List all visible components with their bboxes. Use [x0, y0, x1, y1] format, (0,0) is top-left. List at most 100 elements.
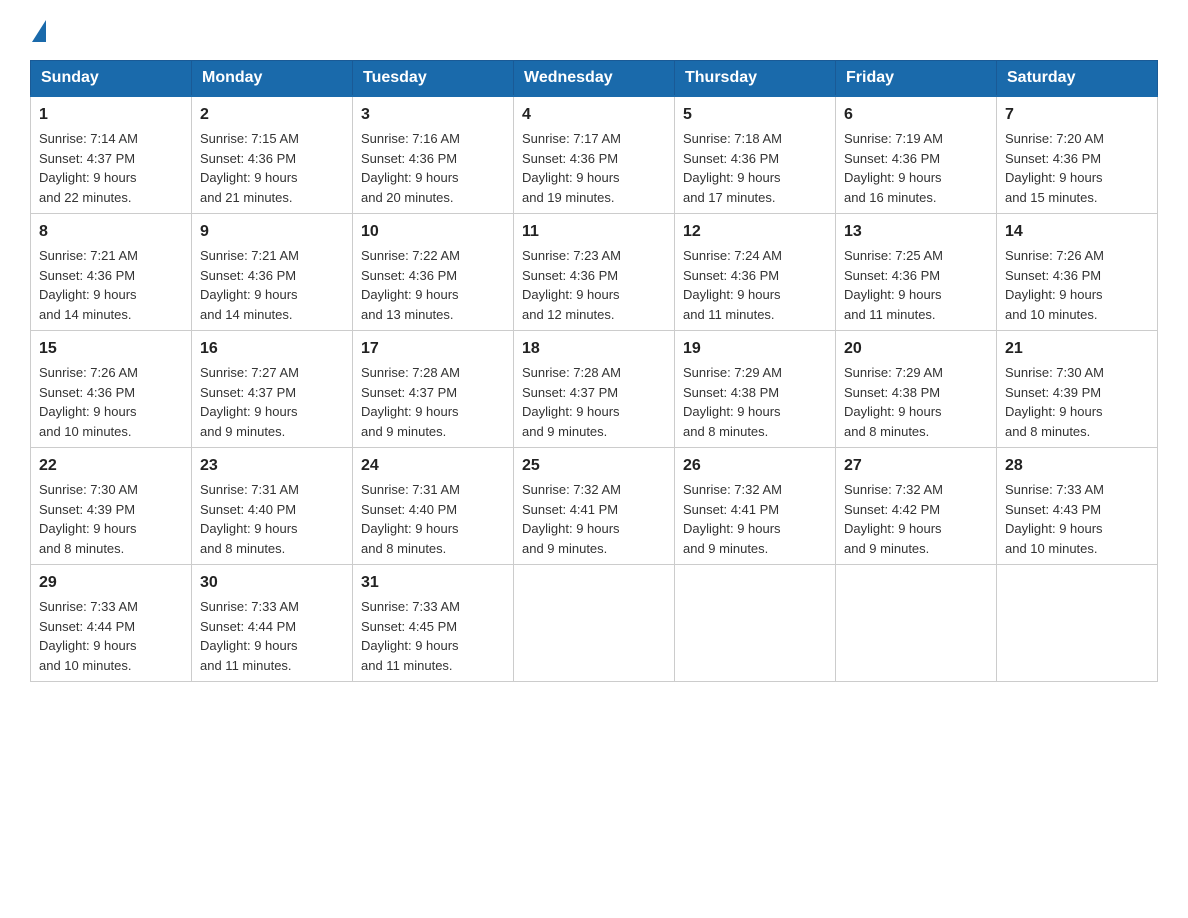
day-number: 1 [39, 103, 183, 127]
calendar-cell: 9 Sunrise: 7:21 AMSunset: 4:36 PMDayligh… [192, 214, 353, 331]
calendar-cell: 25 Sunrise: 7:32 AMSunset: 4:41 PMDaylig… [514, 448, 675, 565]
day-info: Sunrise: 7:25 AMSunset: 4:36 PMDaylight:… [844, 248, 943, 322]
day-number: 16 [200, 337, 344, 361]
calendar-cell: 11 Sunrise: 7:23 AMSunset: 4:36 PMDaylig… [514, 214, 675, 331]
day-info: Sunrise: 7:33 AMSunset: 4:44 PMDaylight:… [200, 599, 299, 673]
weekday-header-monday: Monday [192, 61, 353, 97]
calendar-week-row: 8 Sunrise: 7:21 AMSunset: 4:36 PMDayligh… [31, 214, 1158, 331]
day-info: Sunrise: 7:32 AMSunset: 4:41 PMDaylight:… [522, 482, 621, 556]
day-number: 31 [361, 571, 505, 595]
calendar-cell [675, 565, 836, 682]
day-info: Sunrise: 7:19 AMSunset: 4:36 PMDaylight:… [844, 131, 943, 205]
day-number: 21 [1005, 337, 1149, 361]
day-number: 4 [522, 103, 666, 127]
day-number: 13 [844, 220, 988, 244]
day-info: Sunrise: 7:33 AMSunset: 4:45 PMDaylight:… [361, 599, 460, 673]
calendar-cell: 19 Sunrise: 7:29 AMSunset: 4:38 PMDaylig… [675, 331, 836, 448]
day-info: Sunrise: 7:30 AMSunset: 4:39 PMDaylight:… [39, 482, 138, 556]
day-info: Sunrise: 7:27 AMSunset: 4:37 PMDaylight:… [200, 365, 299, 439]
day-number: 5 [683, 103, 827, 127]
calendar-week-row: 29 Sunrise: 7:33 AMSunset: 4:44 PMDaylig… [31, 565, 1158, 682]
weekday-header-friday: Friday [836, 61, 997, 97]
day-number: 19 [683, 337, 827, 361]
weekday-header-thursday: Thursday [675, 61, 836, 97]
calendar-cell: 29 Sunrise: 7:33 AMSunset: 4:44 PMDaylig… [31, 565, 192, 682]
day-info: Sunrise: 7:26 AMSunset: 4:36 PMDaylight:… [39, 365, 138, 439]
day-info: Sunrise: 7:28 AMSunset: 4:37 PMDaylight:… [522, 365, 621, 439]
calendar-cell: 27 Sunrise: 7:32 AMSunset: 4:42 PMDaylig… [836, 448, 997, 565]
calendar-cell: 24 Sunrise: 7:31 AMSunset: 4:40 PMDaylig… [353, 448, 514, 565]
day-info: Sunrise: 7:14 AMSunset: 4:37 PMDaylight:… [39, 131, 138, 205]
weekday-header-sunday: Sunday [31, 61, 192, 97]
day-info: Sunrise: 7:33 AMSunset: 4:43 PMDaylight:… [1005, 482, 1104, 556]
day-info: Sunrise: 7:23 AMSunset: 4:36 PMDaylight:… [522, 248, 621, 322]
calendar-cell: 1 Sunrise: 7:14 AMSunset: 4:37 PMDayligh… [31, 96, 192, 214]
calendar-cell: 17 Sunrise: 7:28 AMSunset: 4:37 PMDaylig… [353, 331, 514, 448]
day-number: 15 [39, 337, 183, 361]
day-info: Sunrise: 7:31 AMSunset: 4:40 PMDaylight:… [361, 482, 460, 556]
day-number: 25 [522, 454, 666, 478]
weekday-header-row: SundayMondayTuesdayWednesdayThursdayFrid… [31, 61, 1158, 97]
day-number: 6 [844, 103, 988, 127]
calendar-cell: 14 Sunrise: 7:26 AMSunset: 4:36 PMDaylig… [997, 214, 1158, 331]
day-info: Sunrise: 7:21 AMSunset: 4:36 PMDaylight:… [200, 248, 299, 322]
calendar-cell: 8 Sunrise: 7:21 AMSunset: 4:36 PMDayligh… [31, 214, 192, 331]
day-info: Sunrise: 7:31 AMSunset: 4:40 PMDaylight:… [200, 482, 299, 556]
day-info: Sunrise: 7:22 AMSunset: 4:36 PMDaylight:… [361, 248, 460, 322]
day-number: 24 [361, 454, 505, 478]
day-number: 20 [844, 337, 988, 361]
day-number: 10 [361, 220, 505, 244]
calendar-cell: 23 Sunrise: 7:31 AMSunset: 4:40 PMDaylig… [192, 448, 353, 565]
day-number: 3 [361, 103, 505, 127]
calendar-table: SundayMondayTuesdayWednesdayThursdayFrid… [30, 60, 1158, 682]
day-info: Sunrise: 7:30 AMSunset: 4:39 PMDaylight:… [1005, 365, 1104, 439]
day-number: 8 [39, 220, 183, 244]
calendar-cell: 3 Sunrise: 7:16 AMSunset: 4:36 PMDayligh… [353, 96, 514, 214]
calendar-cell: 12 Sunrise: 7:24 AMSunset: 4:36 PMDaylig… [675, 214, 836, 331]
day-number: 9 [200, 220, 344, 244]
day-number: 22 [39, 454, 183, 478]
day-number: 30 [200, 571, 344, 595]
day-info: Sunrise: 7:32 AMSunset: 4:41 PMDaylight:… [683, 482, 782, 556]
calendar-cell [514, 565, 675, 682]
calendar-cell: 21 Sunrise: 7:30 AMSunset: 4:39 PMDaylig… [997, 331, 1158, 448]
day-info: Sunrise: 7:26 AMSunset: 4:36 PMDaylight:… [1005, 248, 1104, 322]
day-info: Sunrise: 7:29 AMSunset: 4:38 PMDaylight:… [683, 365, 782, 439]
day-number: 11 [522, 220, 666, 244]
calendar-cell: 22 Sunrise: 7:30 AMSunset: 4:39 PMDaylig… [31, 448, 192, 565]
calendar-cell: 6 Sunrise: 7:19 AMSunset: 4:36 PMDayligh… [836, 96, 997, 214]
day-number: 28 [1005, 454, 1149, 478]
logo-triangle-icon [32, 20, 46, 42]
weekday-header-tuesday: Tuesday [353, 61, 514, 97]
calendar-cell: 2 Sunrise: 7:15 AMSunset: 4:36 PMDayligh… [192, 96, 353, 214]
day-info: Sunrise: 7:32 AMSunset: 4:42 PMDaylight:… [844, 482, 943, 556]
day-number: 26 [683, 454, 827, 478]
day-info: Sunrise: 7:15 AMSunset: 4:36 PMDaylight:… [200, 131, 299, 205]
weekday-header-saturday: Saturday [997, 61, 1158, 97]
day-number: 2 [200, 103, 344, 127]
day-info: Sunrise: 7:21 AMSunset: 4:36 PMDaylight:… [39, 248, 138, 322]
calendar-week-row: 15 Sunrise: 7:26 AMSunset: 4:36 PMDaylig… [31, 331, 1158, 448]
calendar-cell [836, 565, 997, 682]
calendar-cell: 5 Sunrise: 7:18 AMSunset: 4:36 PMDayligh… [675, 96, 836, 214]
day-number: 7 [1005, 103, 1149, 127]
calendar-cell: 28 Sunrise: 7:33 AMSunset: 4:43 PMDaylig… [997, 448, 1158, 565]
calendar-cell: 16 Sunrise: 7:27 AMSunset: 4:37 PMDaylig… [192, 331, 353, 448]
calendar-cell: 30 Sunrise: 7:33 AMSunset: 4:44 PMDaylig… [192, 565, 353, 682]
calendar-cell: 26 Sunrise: 7:32 AMSunset: 4:41 PMDaylig… [675, 448, 836, 565]
calendar-cell: 13 Sunrise: 7:25 AMSunset: 4:36 PMDaylig… [836, 214, 997, 331]
calendar-cell: 20 Sunrise: 7:29 AMSunset: 4:38 PMDaylig… [836, 331, 997, 448]
calendar-cell [997, 565, 1158, 682]
day-info: Sunrise: 7:33 AMSunset: 4:44 PMDaylight:… [39, 599, 138, 673]
day-number: 23 [200, 454, 344, 478]
day-number: 14 [1005, 220, 1149, 244]
day-number: 29 [39, 571, 183, 595]
calendar-week-row: 22 Sunrise: 7:30 AMSunset: 4:39 PMDaylig… [31, 448, 1158, 565]
day-number: 12 [683, 220, 827, 244]
day-info: Sunrise: 7:24 AMSunset: 4:36 PMDaylight:… [683, 248, 782, 322]
day-info: Sunrise: 7:29 AMSunset: 4:38 PMDaylight:… [844, 365, 943, 439]
page-header [30, 20, 1158, 40]
day-info: Sunrise: 7:28 AMSunset: 4:37 PMDaylight:… [361, 365, 460, 439]
day-info: Sunrise: 7:20 AMSunset: 4:36 PMDaylight:… [1005, 131, 1104, 205]
calendar-cell: 31 Sunrise: 7:33 AMSunset: 4:45 PMDaylig… [353, 565, 514, 682]
